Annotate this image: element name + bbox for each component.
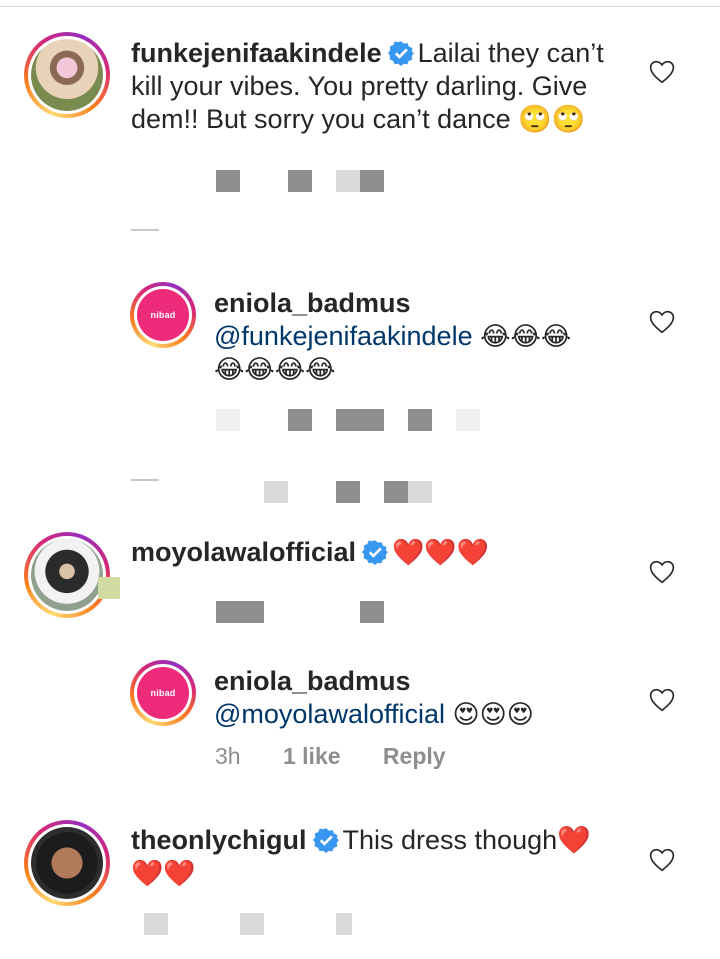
- view-replies-line[interactable]: [131, 479, 159, 481]
- comment-body: ❤️❤️: [131, 858, 196, 888]
- mention-link[interactable]: @moyolawalofficial: [214, 699, 445, 729]
- comment-text: moyolawalofficial ❤️❤️❤️: [131, 536, 631, 569]
- comment-text: eniola_badmus @moyolawalofficial 😍😍😍: [214, 665, 634, 731]
- verified-badge-icon: [387, 41, 414, 66]
- avatar[interactable]: nibad: [130, 660, 196, 726]
- comment-username[interactable]: eniola_badmus: [214, 288, 411, 318]
- comment-body: 😍😍😍: [452, 699, 534, 729]
- comment-body: 😂😂😂: [480, 321, 572, 351]
- avatar[interactable]: [24, 820, 110, 906]
- redacted-meta: [216, 601, 416, 623]
- verified-badge-icon: [362, 540, 389, 565]
- comment-username[interactable]: funkejenifaakindele: [131, 38, 382, 68]
- comment-body: ❤️❤️❤️: [392, 537, 490, 567]
- comment-username[interactable]: eniola_badmus: [214, 666, 411, 696]
- like-count[interactable]: 1 like: [283, 743, 341, 769]
- comment-text: eniola_badmus @funkejenifaakindele 😂😂😂 😂…: [214, 287, 634, 386]
- comment-meta: 3h 1 like Reply: [215, 743, 446, 770]
- avatar[interactable]: [24, 532, 110, 618]
- comment-text: theonlychigul This dress though❤️ ❤️❤️: [131, 824, 631, 890]
- heart-outline-icon[interactable]: [649, 688, 675, 712]
- heart-outline-icon[interactable]: [649, 310, 675, 334]
- view-replies-line[interactable]: [131, 229, 159, 231]
- mention-link[interactable]: @funkejenifaakindele: [214, 321, 473, 351]
- comment-body: 😂😂😂😂: [214, 354, 336, 384]
- redacted-meta: [144, 913, 374, 935]
- avatar[interactable]: [24, 32, 110, 118]
- comment-time: 3h: [215, 743, 241, 769]
- redacted-meta: [264, 481, 464, 503]
- heart-outline-icon[interactable]: [649, 560, 675, 584]
- avatar[interactable]: nibad: [130, 282, 196, 348]
- comment-text: funkejenifaakindele Lailai they can’t kil…: [131, 37, 631, 136]
- verified-badge-icon: [312, 828, 339, 853]
- reply-button[interactable]: Reply: [383, 743, 446, 769]
- comment-username[interactable]: theonlychigul: [131, 825, 307, 855]
- redacted-meta: [216, 409, 496, 431]
- comment-body: This dress though❤️: [342, 825, 591, 855]
- redacted-meta: [216, 170, 416, 192]
- overlay-patch: [98, 577, 120, 599]
- comment-username[interactable]: moyolawalofficial: [131, 537, 356, 567]
- heart-outline-icon[interactable]: [649, 848, 675, 872]
- heart-outline-icon[interactable]: [649, 60, 675, 84]
- divider: [0, 6, 720, 7]
